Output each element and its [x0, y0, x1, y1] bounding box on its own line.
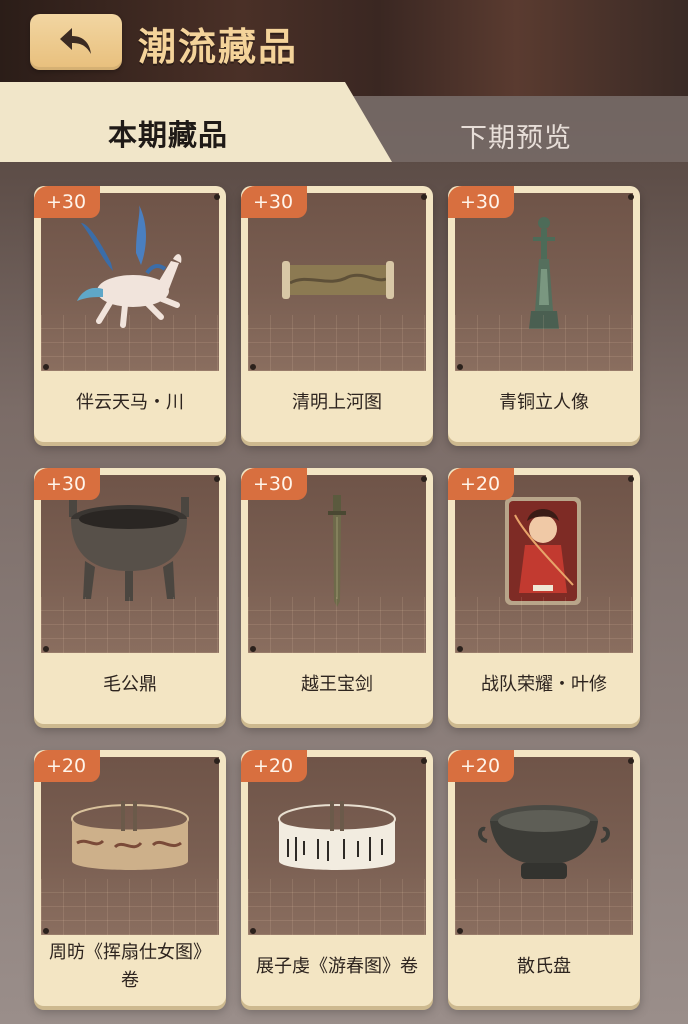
item-stage: [248, 475, 426, 653]
points-badge: +30: [241, 186, 308, 218]
collection-card[interactable]: +20 周昉《挥扇仕女图》卷: [34, 750, 226, 1006]
collection-grid: +30 伴云天马・川 +30 清明上河图 +30 青铜立人像 +30 毛公鼎 +…: [34, 186, 640, 1006]
decoration-dot: [421, 758, 427, 764]
collection-card[interactable]: +20 散氏盘: [448, 750, 640, 1006]
decoration-dot: [421, 476, 427, 482]
scroll-painting-icon: [282, 261, 394, 299]
collection-card[interactable]: +30 伴云天马・川: [34, 186, 226, 442]
painted-scroll-ring-icon: [71, 801, 189, 870]
decoration-dot: [250, 646, 256, 652]
collection-card[interactable]: +30 越王宝剑: [241, 468, 433, 724]
tab-bar: 本期藏品 下期预览: [0, 82, 688, 162]
tab-next-label[interactable]: 下期预览: [460, 116, 572, 155]
collection-card[interactable]: +30 清明上河图: [241, 186, 433, 442]
collection-card[interactable]: +30 青铜立人像: [448, 186, 640, 442]
item-name: 青铜立人像: [499, 392, 589, 413]
points-badge: +20: [241, 750, 308, 782]
decoration-dot: [421, 194, 427, 200]
character-card-icon: [505, 497, 581, 605]
item-name: 越王宝剑: [301, 674, 373, 695]
item-name: 伴云天马・川: [76, 392, 184, 413]
decoration-dot: [43, 928, 49, 934]
points-badge: +30: [241, 468, 308, 500]
decoration-dot: [628, 476, 634, 482]
winged-horse-icon: [77, 205, 182, 328]
decoration-dot: [457, 364, 463, 370]
back-arrow-icon: [60, 28, 91, 54]
item-name: 周昉《挥扇仕女图》卷: [49, 942, 211, 991]
points-badge: +20: [34, 750, 101, 782]
item-name: 毛公鼎: [103, 674, 157, 695]
tab-current-label[interactable]: 本期藏品: [108, 112, 228, 154]
bronze-sword-icon: [328, 495, 346, 607]
calligraphy-scroll-ring-icon: [278, 801, 396, 870]
item-stage: [41, 193, 219, 371]
decoration-dot: [43, 364, 49, 370]
decoration-dot: [214, 758, 220, 764]
points-badge: +30: [34, 468, 101, 500]
bronze-tripod-icon: [69, 497, 189, 601]
item-stage: [248, 193, 426, 371]
decoration-dot: [43, 646, 49, 652]
back-button[interactable]: [30, 14, 122, 70]
collection-card[interactable]: +30 毛公鼎: [34, 468, 226, 724]
decoration-dot: [628, 758, 634, 764]
collection-card[interactable]: +20 展子虔《游春图》卷: [241, 750, 433, 1006]
decoration-dot: [250, 928, 256, 934]
decoration-dot: [250, 364, 256, 370]
collection-card[interactable]: +20 战队荣耀・叶修: [448, 468, 640, 724]
bronze-basin-icon: [478, 805, 610, 879]
decoration-dot: [214, 476, 220, 482]
decoration-dot: [457, 646, 463, 652]
decoration-dot: [457, 928, 463, 934]
item-stage: [455, 757, 633, 935]
item-name: 战队荣耀・叶修: [481, 674, 607, 695]
item-stage: [455, 193, 633, 371]
item-stage: [248, 757, 426, 935]
decoration-dot: [214, 194, 220, 200]
item-name: 展子虔《游春图》卷: [256, 956, 418, 977]
item-stage: [41, 757, 219, 935]
item-stage: [41, 475, 219, 653]
points-badge: +20: [448, 468, 515, 500]
item-stage: [455, 475, 633, 653]
points-badge: +30: [34, 186, 101, 218]
page-title: 潮流藏品: [138, 25, 299, 69]
points-badge: +20: [448, 750, 515, 782]
item-name: 清明上河图: [292, 392, 382, 413]
points-badge: +30: [448, 186, 515, 218]
item-name: 散氏盘: [517, 956, 571, 977]
decoration-dot: [628, 194, 634, 200]
bronze-figure-icon: [529, 217, 559, 329]
